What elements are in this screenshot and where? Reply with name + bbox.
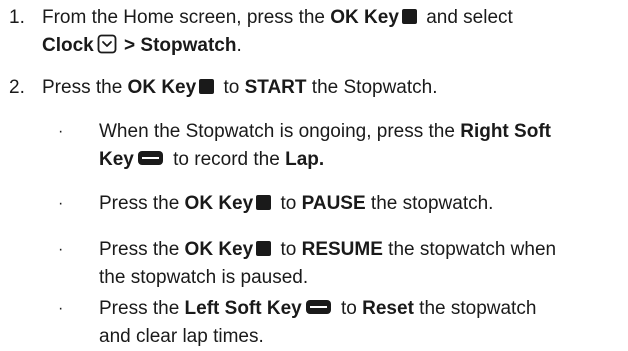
ok-key-label: OK Key bbox=[184, 239, 254, 260]
bullet-dot: · bbox=[58, 123, 64, 140]
stopwatch-label: Stopwatch bbox=[140, 35, 237, 56]
clock-icon bbox=[97, 34, 117, 54]
bullet-text: the stopwatch when bbox=[382, 239, 557, 260]
step-text: to bbox=[218, 77, 245, 98]
bullet-line-1: Press the Left Soft Key to Reset the sto… bbox=[99, 295, 536, 323]
ok-key-label: OK Key bbox=[330, 7, 399, 28]
ok-key-label: OK Key bbox=[184, 193, 254, 214]
soft-key-icon bbox=[137, 151, 163, 165]
step-1-line-2: Clock > Stopwatch. bbox=[42, 32, 242, 60]
bullet-dot: · bbox=[58, 300, 64, 317]
step-number: 2. bbox=[9, 77, 25, 98]
ok-key-label: OK Key bbox=[127, 77, 197, 98]
left-soft-key-label: Left Soft Key bbox=[184, 298, 302, 319]
bullet-line-1: Press the OK Key to PAUSE the stopwatch. bbox=[99, 190, 493, 218]
action-label: Reset bbox=[362, 298, 414, 319]
step-text: Press the bbox=[42, 77, 128, 98]
step-text: From the Home screen, press the bbox=[42, 7, 331, 28]
action-label: Lap. bbox=[285, 149, 325, 170]
bullet-text: to record the bbox=[167, 149, 286, 170]
menu-separator: > bbox=[118, 35, 141, 56]
ok-key-icon bbox=[401, 9, 417, 24]
bullet-text: to bbox=[275, 239, 302, 260]
step-number: 1. bbox=[9, 7, 25, 28]
bullet-line-2: and clear lap times. bbox=[99, 326, 264, 347]
step-2-line-1: Press the OK Key to START the Stopwatch. bbox=[42, 74, 437, 102]
step-1-line-1: From the Home screen, press the OK Key a… bbox=[42, 4, 513, 32]
bullet-text: to bbox=[275, 193, 302, 214]
bullet-text: Press the bbox=[99, 193, 185, 214]
right-soft-key-label: Right Soft bbox=[460, 121, 551, 142]
bullet-text: Press the bbox=[99, 298, 185, 319]
bullet-text: the stopwatch. bbox=[365, 193, 494, 214]
bullet-line-2: Key to record the Lap. bbox=[99, 146, 324, 174]
bullet-text: Press the bbox=[99, 239, 185, 260]
ok-key-icon bbox=[256, 195, 272, 210]
bullet-text: When the Stopwatch is ongoing, press the bbox=[99, 121, 461, 142]
step-text: and select bbox=[420, 7, 513, 28]
bullet-text: the stopwatch bbox=[413, 298, 537, 319]
clock-app-label: Clock bbox=[42, 35, 94, 56]
bullet-line-1: When the Stopwatch is ongoing, press the… bbox=[99, 118, 551, 146]
step-text: the Stopwatch. bbox=[306, 77, 438, 98]
bullet-dot: · bbox=[58, 241, 64, 258]
bullet-line-2: the stopwatch is paused. bbox=[99, 267, 309, 288]
action-label: PAUSE bbox=[301, 193, 366, 214]
right-soft-key-label: Key bbox=[99, 149, 134, 170]
action-label: RESUME bbox=[301, 239, 383, 260]
step-text: . bbox=[236, 35, 242, 56]
soft-key-icon bbox=[305, 300, 331, 314]
ok-key-icon bbox=[199, 79, 215, 94]
bullet-text: to bbox=[335, 298, 363, 319]
bullet-line-1: Press the OK Key to RESUME the stopwatch… bbox=[99, 236, 556, 264]
bullet-dot: · bbox=[58, 195, 64, 212]
ok-key-icon bbox=[256, 241, 272, 256]
action-label: START bbox=[244, 77, 307, 98]
